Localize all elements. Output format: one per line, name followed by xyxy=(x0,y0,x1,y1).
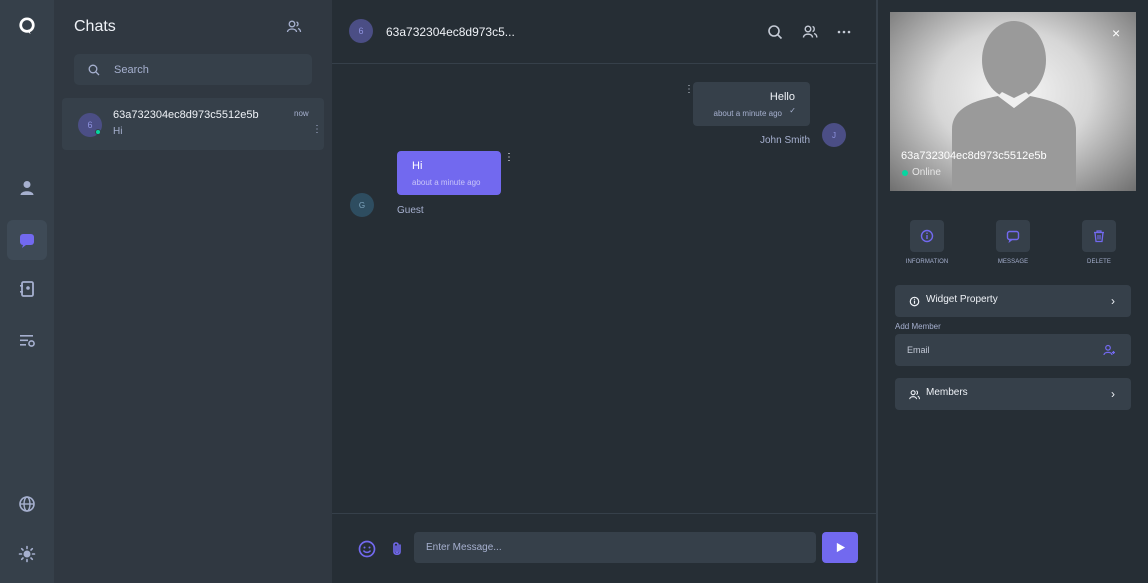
members-label: Members xyxy=(926,387,968,398)
add-contact-icon[interactable] xyxy=(286,19,302,35)
sender-name: John Smith xyxy=(760,135,811,146)
sun-icon[interactable] xyxy=(7,534,47,574)
chevron-right-icon: › xyxy=(1111,387,1115,401)
delete-button[interactable] xyxy=(1082,220,1116,252)
message-label: MESSAGE xyxy=(997,259,1029,265)
group-users-icon[interactable] xyxy=(802,24,818,40)
widget-property-label: Widget Property xyxy=(926,294,998,305)
info-circle-icon xyxy=(920,229,934,243)
profile-photo: × 63a732304ec8d973c5512e5b Online xyxy=(890,12,1136,191)
information-button[interactable] xyxy=(910,220,944,252)
message-options-icon[interactable]: ⋮ xyxy=(504,152,514,163)
message-time: about a minute ago xyxy=(412,178,481,187)
chats-title: Chats xyxy=(74,18,116,35)
avatar: 6 xyxy=(349,19,373,43)
widget-property-accordion[interactable]: Widget Property › xyxy=(895,285,1131,317)
info-circle-icon xyxy=(909,296,920,307)
emoji-icon[interactable] xyxy=(358,540,376,558)
add-member-label: Add Member xyxy=(895,322,941,331)
search-icon xyxy=(88,64,100,75)
default-avatar-icon xyxy=(952,21,1076,191)
trash-icon xyxy=(1094,230,1104,243)
app-logo-icon[interactable] xyxy=(7,6,47,46)
list-item[interactable]: 6 63a732304ec8d973c5512e5b Hi now ⋮ xyxy=(62,98,324,150)
online-status-dot xyxy=(902,169,908,176)
message-square-icon xyxy=(1006,230,1020,243)
email-input[interactable] xyxy=(895,334,1095,366)
attachment-icon[interactable] xyxy=(388,540,406,558)
more-vertical-icon[interactable]: ⋮ xyxy=(312,124,322,135)
list-settings-icon[interactable] xyxy=(7,320,47,360)
delete-label: DELETE xyxy=(1087,259,1111,265)
chevron-right-icon: › xyxy=(1111,294,1115,308)
message-bubble-incoming: Hi about a minute ago xyxy=(397,151,501,195)
conversation-last-message: Hi xyxy=(113,126,123,137)
profile-panel: × 63a732304ec8d973c5512e5b Online INFORM… xyxy=(878,0,1148,583)
message-bubble-outgoing: Hello about a minute ago ✓ xyxy=(693,82,810,126)
sender-name: Guest xyxy=(397,205,424,216)
users-icon xyxy=(909,390,920,400)
chat-bubble-icon[interactable] xyxy=(7,220,47,260)
profile-name: 63a732304ec8d973c5512e5b xyxy=(901,150,1047,162)
information-label: INFORMATION xyxy=(905,259,949,265)
search-icon[interactable] xyxy=(767,24,783,40)
contacts-book-icon[interactable] xyxy=(7,269,47,309)
close-icon[interactable]: × xyxy=(1112,25,1120,41)
search-placeholder: Search xyxy=(114,63,149,76)
message-text: Hi xyxy=(412,160,423,172)
more-horizontal-icon[interactable] xyxy=(836,24,852,40)
globe-icon[interactable] xyxy=(7,484,47,524)
send-button[interactable] xyxy=(822,532,858,563)
members-accordion[interactable]: Members › xyxy=(895,378,1131,410)
online-status-dot xyxy=(95,129,101,135)
chat-list-panel: Chats Search 6 63a732304ec8d973c5512e5b … xyxy=(54,0,332,583)
email-field xyxy=(895,334,1131,366)
search-input[interactable]: Search xyxy=(74,54,312,85)
message-button[interactable] xyxy=(996,220,1030,252)
message-composer xyxy=(332,513,876,583)
send-icon xyxy=(836,542,845,553)
chat-title[interactable]: 63a732304ec8d973c5... xyxy=(386,25,515,39)
message-text: Hello xyxy=(769,91,795,103)
message-time: about a minute ago xyxy=(713,109,783,118)
avatar: J xyxy=(822,123,846,147)
status-text: Online xyxy=(912,167,941,178)
conversation-time: now xyxy=(294,109,309,118)
chat-area: 6 63a732304ec8d973c5... ⋮ Hello about a … xyxy=(332,0,876,583)
message-input[interactable] xyxy=(414,532,816,563)
chat-header: 6 63a732304ec8d973c5... xyxy=(332,0,876,64)
avatar: G xyxy=(350,193,374,217)
user-icon[interactable] xyxy=(7,168,47,208)
nav-rail xyxy=(0,0,54,583)
profile-status: Online xyxy=(902,167,941,178)
add-user-icon[interactable] xyxy=(1103,344,1115,356)
check-icon: ✓ xyxy=(789,106,796,115)
conversation-name: 63a732304ec8d973c5512e5b xyxy=(113,109,259,121)
